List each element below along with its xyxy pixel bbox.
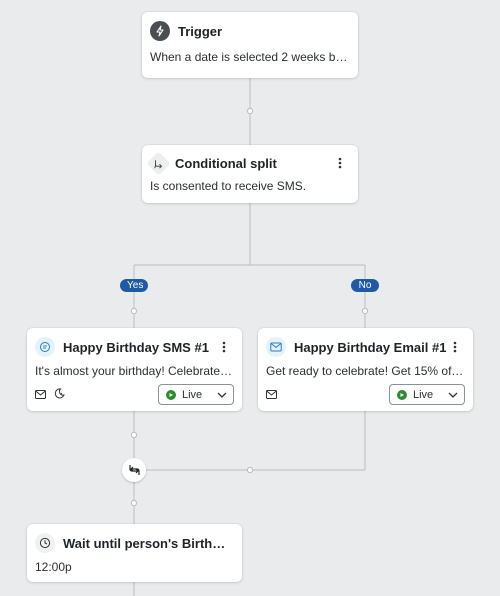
chevron-down-icon	[217, 389, 227, 401]
email-channel-icon	[266, 386, 277, 404]
split-icon	[146, 150, 171, 176]
more-options-icon[interactable]	[216, 337, 232, 357]
sms-card[interactable]: Happy Birthday SMS #1 It's almost your b…	[27, 328, 242, 411]
sms-status-label: Live	[182, 388, 203, 401]
sms-description: It's almost your birthday! Celebrate by …	[35, 364, 242, 378]
trigger-description: When a date is selected 2 weeks before p…	[150, 50, 358, 64]
live-status-icon	[397, 389, 407, 400]
split-title: Conditional split	[175, 155, 277, 171]
more-options-icon[interactable]	[447, 337, 463, 357]
lightning-icon	[150, 21, 170, 41]
wait-card[interactable]: Wait until person's Birthday 12:00p	[27, 524, 242, 582]
email-card[interactable]: Happy Birthday Email #1 Get ready to cel…	[258, 328, 473, 411]
sms-status-select[interactable]: Live	[158, 384, 234, 405]
quiet-hours-icon	[54, 386, 65, 404]
conditional-split-card[interactable]: Conditional split Is consented to receiv…	[142, 145, 358, 203]
clock-icon	[35, 533, 55, 553]
email-channel-icon	[35, 386, 46, 404]
live-status-icon	[166, 389, 176, 400]
email-title: Happy Birthday Email #1	[294, 339, 447, 355]
email-icon	[266, 337, 286, 357]
wait-title: Wait until person's Birthday	[63, 535, 232, 551]
merge-icon[interactable]	[122, 458, 146, 482]
email-status-select[interactable]: Live	[389, 384, 465, 405]
chevron-down-icon	[448, 389, 458, 401]
email-description: Get ready to celebrate! Get 15% off of y…	[266, 364, 473, 378]
more-options-icon[interactable]	[332, 153, 348, 173]
email-status-label: Live	[413, 388, 434, 401]
sms-title: Happy Birthday SMS #1	[63, 339, 209, 355]
trigger-title: Trigger	[178, 23, 223, 39]
branch-yes-label: Yes	[120, 279, 148, 292]
sms-icon	[35, 337, 55, 357]
split-description: Is consented to receive SMS.	[150, 179, 307, 193]
branch-no-label: No	[351, 279, 379, 292]
wait-time: 12:00p	[35, 560, 72, 574]
flow-connectors	[130, 78, 369, 596]
flow-canvas: Trigger When a date is selected 2 weeks …	[0, 0, 500, 596]
trigger-card[interactable]: Trigger When a date is selected 2 weeks …	[142, 12, 358, 78]
